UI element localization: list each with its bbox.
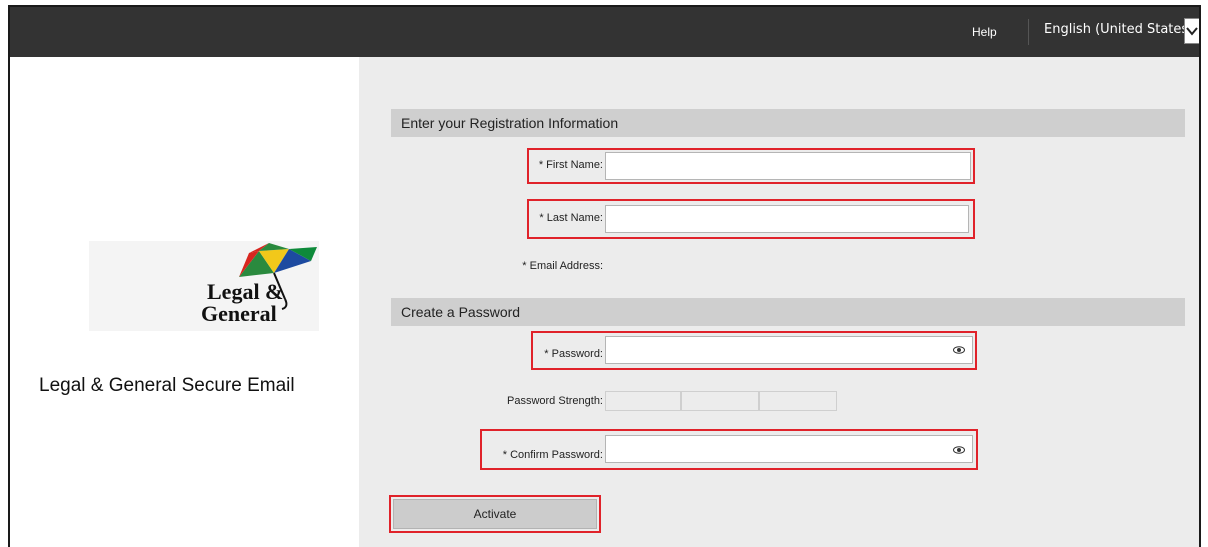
activate-button[interactable]: Activate (393, 499, 597, 529)
brand-title: Legal & General Secure Email (39, 375, 295, 396)
language-label[interactable]: English (United States) (1044, 7, 1193, 57)
confirm-password-label: * Confirm Password: (502, 449, 603, 461)
svg-text:General: General (201, 301, 277, 326)
strength-bar-segment (605, 391, 681, 411)
browser-frame: Help English (United States) Legal & Gen… (8, 5, 1201, 547)
eye-icon[interactable] (953, 344, 965, 356)
help-link[interactable]: Help (972, 7, 997, 57)
last-name-input[interactable] (605, 205, 969, 233)
topbar-divider (1028, 19, 1029, 45)
password-strength-label: Password Strength: (507, 395, 603, 407)
strength-bar-segment (681, 391, 759, 411)
confirm-password-input[interactable] (605, 435, 973, 463)
strength-bar-segment (759, 391, 837, 411)
password-section-header: Create a Password (391, 298, 1185, 326)
password-input[interactable] (605, 336, 973, 364)
registration-section-header: Enter your Registration Information (391, 109, 1185, 137)
first-name-input[interactable] (605, 152, 971, 180)
first-name-label: * First Name: (538, 159, 603, 171)
language-dropdown-button[interactable] (1184, 18, 1199, 44)
last-name-label: * Last Name: (539, 212, 603, 224)
top-bar: Help English (United States) (10, 7, 1199, 57)
eye-icon[interactable] (953, 444, 965, 456)
email-label: * Email Address: (522, 260, 603, 272)
registration-panel: Enter your Registration Information * Fi… (359, 57, 1199, 547)
company-logo: Legal & General (89, 241, 319, 331)
chevron-down-icon (1186, 27, 1198, 36)
password-label: * Password: (544, 348, 603, 360)
umbrella-icon: Legal & General (201, 243, 317, 326)
brand-panel: Legal & General Legal & General Secure E… (10, 57, 359, 547)
